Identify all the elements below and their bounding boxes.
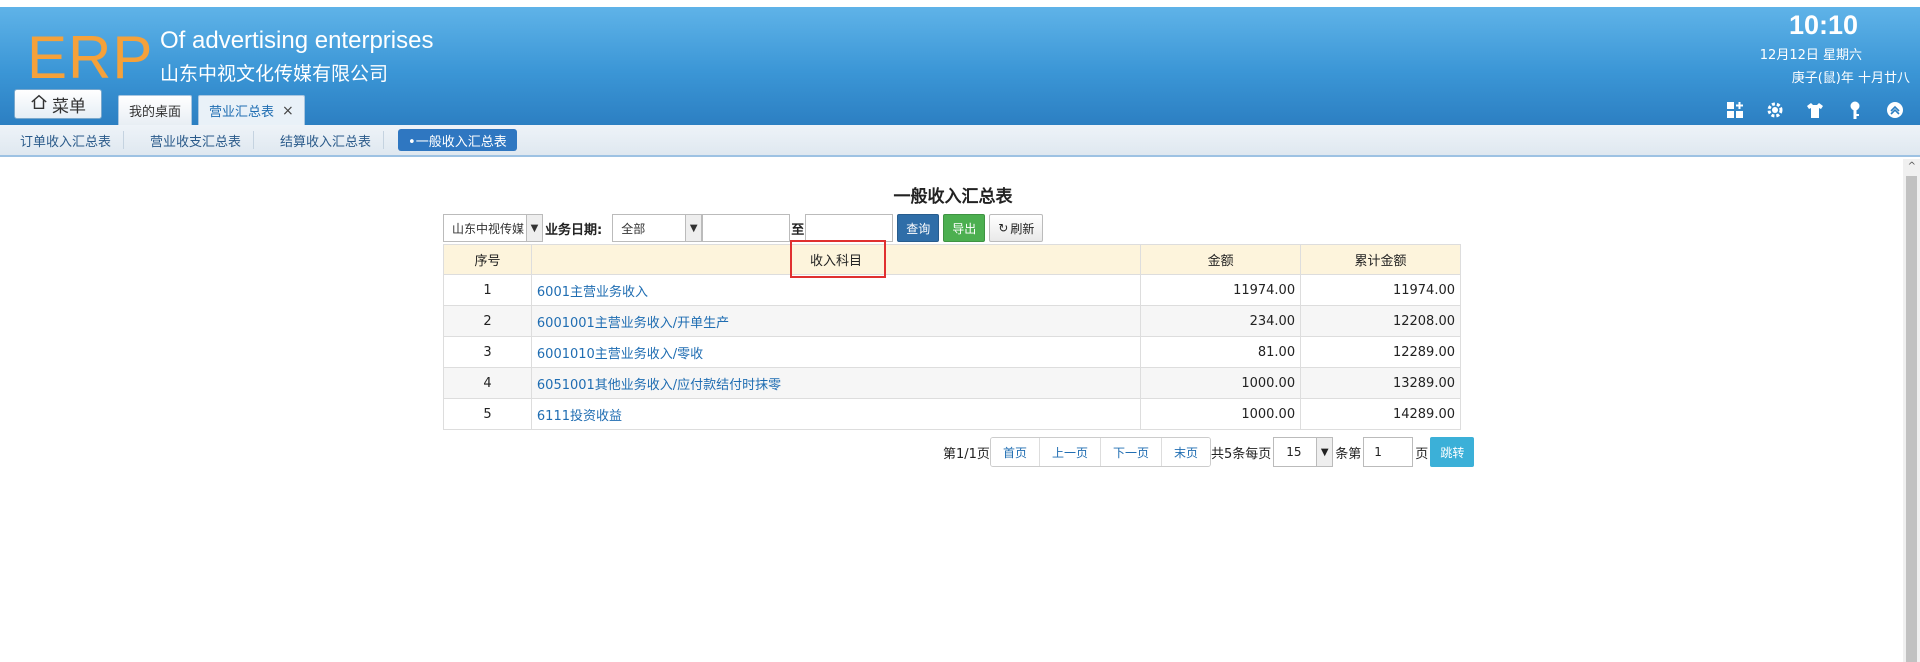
table-header-row: 序号 收入科目 金额 累计金额 xyxy=(443,244,1461,275)
cell-amount: 11974.00 xyxy=(1140,274,1302,306)
cell-no: 4 xyxy=(443,367,532,399)
erp-logo: ERP xyxy=(27,24,154,91)
cell-subject-link[interactable]: 6001010主营业务收入/零收 xyxy=(530,336,1142,368)
chevron-down-icon: ▼ xyxy=(526,215,542,241)
col-header-subject[interactable]: 收入科目 xyxy=(530,244,1142,275)
company-name-en: Of advertising enterprises xyxy=(160,27,434,54)
table-row: 1 6001主营业务收入 11974.00 11974.00 xyxy=(443,274,1461,306)
cell-subject-link[interactable]: 6001主营业务收入 xyxy=(530,274,1142,306)
dashboard-add-icon[interactable] xyxy=(1724,99,1746,121)
page-title: 一般收入汇总表 xyxy=(893,187,1013,207)
shirt-icon[interactable] xyxy=(1804,99,1826,121)
cell-amount: 234.00 xyxy=(1140,305,1302,337)
scroll-up-icon[interactable]: ^ xyxy=(1908,161,1916,172)
header-toolbar xyxy=(1724,99,1906,121)
chevron-up-circle-icon[interactable] xyxy=(1884,99,1906,121)
total-count-text: 共5条每页 xyxy=(1211,446,1272,462)
date-label: 业务日期: xyxy=(545,222,603,238)
cell-cumulative: 13289.00 xyxy=(1300,367,1461,399)
last-page-button[interactable]: 末页 xyxy=(1161,438,1210,466)
to-label: 至 xyxy=(791,222,805,238)
jump-button[interactable]: 跳转 xyxy=(1430,437,1475,467)
cell-no: 2 xyxy=(443,305,532,337)
app-header: ERP Of advertising enterprises 山东中视文化传媒有… xyxy=(0,7,1920,125)
subnav-order-income[interactable]: 订单收入汇总表 xyxy=(8,131,125,150)
first-page-button[interactable]: 首页 xyxy=(990,438,1040,466)
pager-nav-group: 首页 上一页 下一页 末页 xyxy=(989,437,1211,467)
menu-button-label: 菜单 xyxy=(52,96,86,117)
close-icon[interactable]: × xyxy=(282,103,294,119)
refresh-button-label: 刷新 xyxy=(1010,221,1035,236)
export-button[interactable]: 导出 xyxy=(943,214,986,242)
key-icon[interactable] xyxy=(1844,99,1866,121)
company-name-cn: 山东中视文化传媒有限公司 xyxy=(160,63,389,85)
goto-page-input[interactable]: 1 xyxy=(1363,437,1414,467)
cell-subject-link[interactable]: 6051001其他业务收入/应付款结付时抹零 xyxy=(530,367,1142,399)
cell-amount: 1000.00 xyxy=(1140,398,1302,430)
scrollbar-thumb[interactable] xyxy=(1906,176,1917,662)
tab-my-desktop[interactable]: 我的桌面 xyxy=(118,95,193,125)
tab-label: 营业汇总表 xyxy=(209,105,275,120)
subnav-business-balance[interactable]: 营业收支汇总表 xyxy=(138,131,255,150)
home-icon xyxy=(30,93,48,116)
page-info: 第1/1页 xyxy=(943,446,990,462)
cell-cumulative: 14289.00 xyxy=(1300,398,1461,430)
filter-toolbar: 山东中视传媒 ▼ 业务日期: 全部 ▼ 至 查询 导出 ↻ 刷新 xyxy=(443,213,1044,243)
next-page-button[interactable]: 下一页 xyxy=(1100,438,1162,466)
gear-icon[interactable] xyxy=(1764,99,1786,121)
cell-no: 3 xyxy=(443,336,532,368)
page-suffix: 页 xyxy=(1415,446,1429,462)
subnav-settlement-income[interactable]: 结算收入汇总表 xyxy=(268,131,385,150)
cell-cumulative: 12208.00 xyxy=(1300,305,1461,337)
tab-business-summary[interactable]: 营业汇总表 × xyxy=(198,95,305,125)
refresh-icon: ↻ xyxy=(998,221,1009,235)
cell-no: 1 xyxy=(443,274,532,306)
cell-amount: 81.00 xyxy=(1140,336,1302,368)
date-range-select[interactable]: 全部 ▼ xyxy=(612,214,703,242)
cell-cumulative: 12289.00 xyxy=(1300,336,1461,368)
tab-bar: 我的桌面 营业汇总表 × xyxy=(118,95,305,125)
table-row: 4 6051001其他业务收入/应付款结付时抹零 1000.00 13289.0… xyxy=(443,367,1461,399)
cell-cumulative: 11974.00 xyxy=(1300,274,1461,306)
company-select[interactable]: 山东中视传媒 ▼ xyxy=(443,214,543,242)
goto-label: 条第 xyxy=(1335,446,1362,462)
page-size-select[interactable]: 15 ▼ xyxy=(1273,437,1334,467)
table-row: 2 6001001主营业务收入/开单生产 234.00 12208.00 xyxy=(443,305,1461,337)
chevron-down-icon: ▼ xyxy=(685,215,702,241)
menu-button[interactable]: 菜单 xyxy=(14,89,102,119)
clock-date: 12月12日 星期六 xyxy=(1759,48,1862,63)
report-subnav: 订单收入汇总表 营业收支汇总表 结算收入汇总表 •一般收入汇总表 xyxy=(0,125,1920,157)
subnav-general-income[interactable]: •一般收入汇总表 xyxy=(398,129,517,151)
query-button[interactable]: 查询 xyxy=(897,214,940,242)
company-select-value: 山东中视传媒 xyxy=(452,221,525,236)
pagination: 第1/1页 首页 上一页 下一页 末页 共5条每页 15 ▼ 条第 1 页 跳转 xyxy=(943,436,1475,468)
end-date-input[interactable] xyxy=(805,214,894,242)
income-summary-table: 序号 收入科目 金额 累计金额 1 6001主营业务收入 11974.00 11… xyxy=(443,244,1461,430)
cell-subject-link[interactable]: 6001001主营业务收入/开单生产 xyxy=(530,305,1142,337)
date-range-value: 全部 xyxy=(621,221,646,236)
table-row: 3 6001010主营业务收入/零收 81.00 12289.00 xyxy=(443,336,1461,368)
tab-label: 我的桌面 xyxy=(129,105,182,120)
cell-no: 5 xyxy=(443,398,532,430)
chevron-down-icon: ▼ xyxy=(1316,438,1333,466)
cell-amount: 1000.00 xyxy=(1140,367,1302,399)
col-header-no[interactable]: 序号 xyxy=(443,244,532,275)
lunar-date: 庚子(鼠)年 十月廿八 xyxy=(1791,71,1910,86)
clock-time: 10:10 xyxy=(1788,10,1858,40)
cell-subject-link[interactable]: 6111投资收益 xyxy=(530,398,1142,430)
col-header-amount[interactable]: 金额 xyxy=(1140,244,1302,275)
page-size-value: 15 xyxy=(1286,445,1302,459)
refresh-button[interactable]: ↻ 刷新 xyxy=(989,214,1044,242)
start-date-input[interactable] xyxy=(702,214,791,242)
prev-page-button[interactable]: 上一页 xyxy=(1039,438,1101,466)
table-row: 5 6111投资收益 1000.00 14289.00 xyxy=(443,398,1461,430)
col-header-cumulative[interactable]: 累计金额 xyxy=(1300,244,1461,275)
